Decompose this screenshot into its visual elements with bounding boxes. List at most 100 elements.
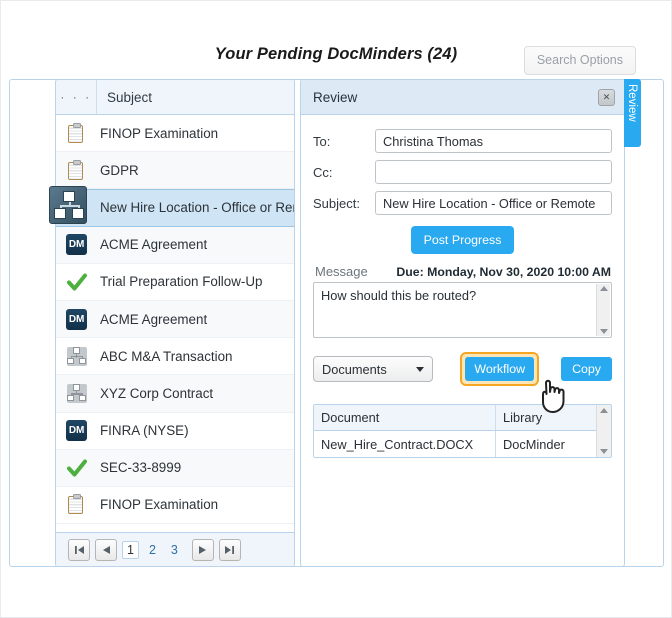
subject-label: Subject: (313, 195, 360, 211)
pager-first-button[interactable] (68, 538, 90, 561)
review-panel-header: Review ✕ (301, 80, 624, 115)
documents-table: Document Library New_Hire_Contract.DOCX … (313, 404, 612, 458)
pager-next-button[interactable] (191, 538, 214, 561)
list-item-icon (56, 346, 97, 366)
prev-page-icon (102, 545, 110, 554)
list-item[interactable]: DM FINRA (NYSE) (56, 413, 294, 450)
list-item[interactable]: FINOP Examination (56, 115, 294, 153)
scroll-up-icon[interactable] (599, 286, 608, 291)
message-text[interactable]: How should this be routed? (314, 283, 611, 303)
first-page-icon (74, 545, 84, 554)
list-item[interactable]: New Hire Location - Office or Remote (56, 189, 294, 227)
list-item-label: ABC M&A Transaction (100, 348, 233, 364)
subject-field[interactable] (375, 191, 612, 215)
table-row[interactable]: New_Hire_Contract.DOCX DocMinder (314, 431, 611, 457)
check-icon (66, 273, 87, 291)
scroll-down-icon[interactable] (599, 329, 608, 334)
list-item-label: FINOP Examination (100, 125, 219, 141)
controls-row: Documents Workflow Copy (313, 352, 612, 413)
list-item-label: Trial Preparation Follow-Up (100, 274, 263, 290)
list-item-icon (56, 494, 97, 515)
subject-row: Subject: (313, 191, 612, 215)
documents-select-value: Documents (322, 361, 387, 377)
pager: 1 2 3 (56, 532, 294, 566)
list-item-label: FINRA (NYSE) (100, 423, 189, 439)
cc-label: Cc: (313, 164, 333, 180)
workflow-icon (66, 383, 87, 403)
selected-workflow-icon[interactable] (49, 186, 87, 224)
documents-table-scrollbar[interactable] (596, 405, 611, 457)
pager-page-2[interactable]: 2 (144, 542, 161, 558)
list-item-icon: DM (56, 234, 97, 256)
list-item-label: New Hire Location - Office or Remote (100, 200, 294, 216)
list-item[interactable]: Trial Preparation Follow-Up (56, 264, 294, 301)
to-field[interactable] (375, 129, 612, 153)
list-item-label: FINOP Examination (100, 497, 219, 513)
to-label: To: (313, 133, 331, 149)
list-item-icon (56, 457, 97, 479)
documents-column-document: Document (314, 405, 496, 430)
list-item-label: SEC-33-8999 (100, 460, 182, 476)
message-header-row: Message Due: Monday, Nov 30, 2020 10:00 … (313, 264, 612, 282)
list-item-icon (56, 383, 97, 403)
check-icon (66, 459, 87, 477)
clipboard-icon (68, 494, 85, 515)
list-item[interactable]: ABC M&A Transaction (56, 338, 294, 376)
search-options-button[interactable]: Search Options (523, 46, 636, 75)
message-scrollbar[interactable] (596, 284, 610, 336)
list-item[interactable]: DM ACME Agreement (56, 226, 294, 264)
cell-library: DocMinder (503, 436, 565, 452)
review-panel-title: Review (313, 89, 358, 105)
table-scroll-down-icon[interactable] (600, 449, 608, 454)
review-body: To: Cc: Subject: Post Progress Message D… (301, 115, 624, 458)
list-item-icon: DM (56, 420, 97, 442)
pager-page-1[interactable]: 1 (122, 540, 139, 559)
column-header-icon[interactable]: · · · (56, 80, 97, 114)
list-header: · · · Subject (56, 80, 294, 115)
list-item-icon (56, 271, 97, 293)
due-date-label: Due: Monday, Nov 30, 2020 10:00 AM (396, 265, 611, 279)
cc-field[interactable] (375, 160, 612, 184)
list-item-label: GDPR (100, 162, 139, 178)
review-panel: Review ✕ To: Cc: Subject: Post Progress … (300, 79, 625, 567)
list-item-label: ACME Agreement (100, 311, 208, 327)
documents-table-header: Document Library (314, 405, 611, 431)
list-item[interactable]: GDPR (56, 152, 294, 190)
list-item-icon (56, 122, 97, 144)
list-item-icon (56, 159, 97, 181)
pager-page-3[interactable]: 3 (166, 542, 183, 558)
copy-button[interactable]: Copy (561, 357, 612, 381)
documents-select[interactable]: Documents (313, 356, 434, 382)
documents-column-library: Library (503, 410, 543, 425)
table-scroll-up-icon[interactable] (600, 408, 608, 413)
chevron-down-icon (416, 366, 425, 372)
app-root: Your Pending DocMinders (24) Search Opti… (0, 0, 672, 618)
list-item[interactable]: XYZ Corp Contract (56, 375, 294, 413)
side-tab-review[interactable]: Review (624, 79, 641, 147)
list-rows: FINOP Examination GDPR New Hire Location -… (56, 115, 294, 532)
dm-icon: DM (66, 420, 87, 442)
list-item[interactable]: DM ACME Agreement (56, 300, 294, 339)
list-item[interactable]: FINOP Examination (56, 487, 294, 525)
list-item-icon: DM (56, 308, 97, 330)
post-progress-row: Post Progress (313, 226, 612, 254)
list-item-label: ACME Agreement (100, 237, 208, 253)
column-header-subject[interactable]: Subject (97, 80, 294, 114)
message-box[interactable]: How should this be routed? (313, 282, 612, 338)
list-item-label: XYZ Corp Contract (100, 385, 214, 401)
to-row: To: (313, 129, 612, 153)
pager-last-button[interactable] (218, 538, 241, 561)
next-page-icon (199, 545, 207, 554)
cc-row: Cc: (313, 160, 612, 184)
list-item[interactable]: SEC-33-8999 (56, 449, 294, 487)
pager-prev-button[interactable] (95, 538, 117, 561)
close-icon[interactable]: ✕ (598, 88, 615, 106)
clipboard-icon (68, 122, 85, 144)
side-tab-review-label: Review (626, 84, 638, 122)
message-label: Message (315, 264, 368, 279)
workflow-button-highlight: Workflow (460, 352, 540, 386)
post-progress-button[interactable]: Post Progress (410, 226, 515, 254)
workflow-icon (66, 346, 87, 366)
dm-icon: DM (66, 308, 87, 330)
workflow-button[interactable]: Workflow (465, 357, 535, 381)
